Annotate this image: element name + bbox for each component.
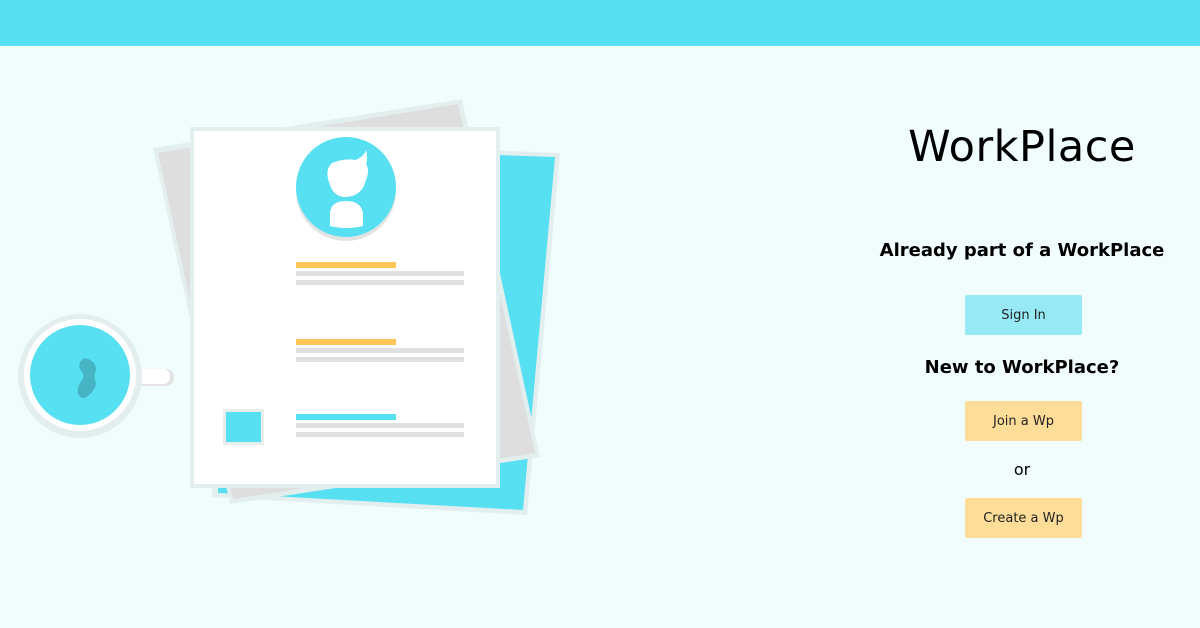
sign-in-button[interactable]: Sign In bbox=[965, 295, 1082, 335]
coffee-cup-icon bbox=[18, 314, 174, 438]
app-title: WorkPlace bbox=[908, 122, 1136, 172]
new-member-heading: New to WorkPlace? bbox=[924, 357, 1120, 378]
existing-member-heading: Already part of a WorkPlace bbox=[879, 240, 1165, 261]
join-workplace-button[interactable]: Join a Wp bbox=[965, 401, 1082, 441]
create-workplace-button[interactable]: Create a Wp bbox=[965, 498, 1082, 538]
avatar-icon bbox=[296, 137, 396, 241]
resume-illustration bbox=[18, 99, 560, 515]
or-separator: or bbox=[1013, 460, 1031, 479]
